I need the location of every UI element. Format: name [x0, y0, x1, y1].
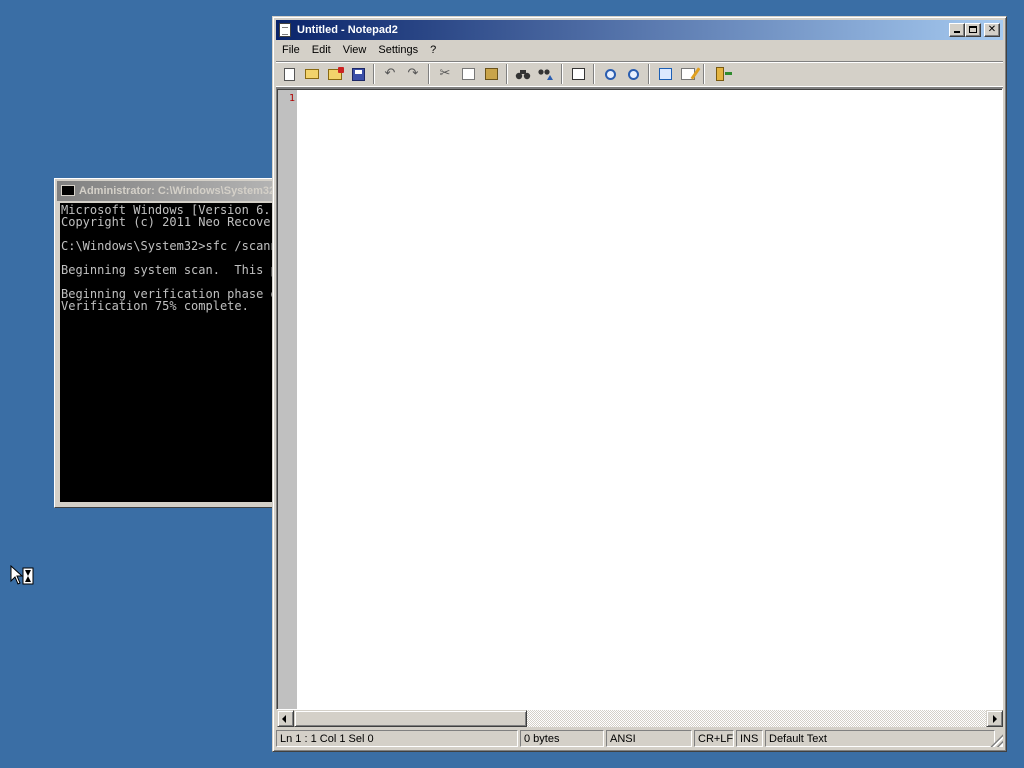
- scroll-left-button[interactable]: [277, 710, 294, 727]
- toolbar-separator: [373, 64, 375, 84]
- resize-grip[interactable]: [989, 733, 1003, 747]
- console-line: Verification 75% complete.: [61, 299, 249, 313]
- console-line: Beginning system scan. This process will…: [61, 263, 279, 277]
- menu-help[interactable]: ?: [424, 41, 442, 59]
- console-title: Administrator: C:\Windows\System32\cmd.e…: [79, 185, 279, 197]
- text-editor[interactable]: 1: [276, 88, 1003, 710]
- toolbar: ↶ ↷ ✂: [276, 61, 1003, 87]
- notepad-window[interactable]: Untitled - Notepad2 ✕ File Edit View Set…: [272, 16, 1007, 752]
- menu-settings[interactable]: Settings: [372, 41, 424, 59]
- console-icon: [61, 185, 75, 196]
- save-icon[interactable]: [348, 64, 368, 84]
- toolbar-separator: [561, 64, 563, 84]
- line-number-gutter: 1: [278, 90, 297, 709]
- zoom-out-icon[interactable]: [623, 64, 643, 84]
- exit-icon[interactable]: [710, 64, 732, 84]
- busy-cursor-icon: [10, 565, 34, 585]
- favorites-icon[interactable]: [325, 64, 345, 84]
- toolbar-separator: [648, 64, 650, 84]
- scheme-icon[interactable]: [655, 64, 675, 84]
- toolbar-separator: [593, 64, 595, 84]
- notepad-app-icon[interactable]: [279, 23, 291, 37]
- menu-file[interactable]: File: [276, 41, 306, 59]
- minimize-button[interactable]: [949, 23, 965, 37]
- find-icon[interactable]: [513, 64, 533, 84]
- console-line: C:\Windows\System32>sfc /scannow: [61, 239, 279, 253]
- replace-icon[interactable]: [536, 64, 556, 84]
- open-folder-icon[interactable]: [302, 64, 322, 84]
- zoom-in-icon[interactable]: [600, 64, 620, 84]
- copy-icon[interactable]: [458, 64, 478, 84]
- notepad-titlebar[interactable]: Untitled - Notepad2 ✕: [276, 20, 1003, 40]
- menu-bar: File Edit View Settings ?: [276, 41, 1003, 59]
- status-position: Ln 1 : 1 Col 1 Sel 0: [276, 730, 518, 747]
- status-line-endings[interactable]: CR+LF: [694, 730, 734, 747]
- status-insert-mode[interactable]: INS: [736, 730, 763, 747]
- customize-scheme-icon[interactable]: [678, 64, 698, 84]
- status-bar: Ln 1 : 1 Col 1 Sel 0 0 bytes ANSI CR+LF …: [276, 730, 1003, 749]
- line-number: 1: [288, 93, 295, 104]
- cut-icon[interactable]: ✂: [435, 64, 455, 84]
- redo-icon[interactable]: ↷: [403, 64, 423, 84]
- scroll-right-button[interactable]: [986, 710, 1003, 727]
- toolbar-separator: [506, 64, 508, 84]
- console-titlebar[interactable]: Administrator: C:\Windows\System32\cmd.e…: [57, 181, 279, 201]
- status-encoding[interactable]: ANSI: [606, 730, 692, 747]
- console-output[interactable]: Microsoft Windows [Version 6.1.7601]Copy…: [60, 203, 279, 502]
- maximize-button[interactable]: [965, 23, 981, 37]
- toolbar-separator: [428, 64, 430, 84]
- word-wrap-icon[interactable]: [568, 64, 588, 84]
- status-size: 0 bytes: [520, 730, 604, 747]
- console-window[interactable]: Administrator: C:\Windows\System32\cmd.e…: [54, 178, 280, 508]
- toolbar-separator: [703, 64, 705, 84]
- undo-icon[interactable]: ↶: [380, 64, 400, 84]
- close-button[interactable]: ✕: [984, 23, 1000, 37]
- menu-edit[interactable]: Edit: [306, 41, 337, 59]
- paste-icon[interactable]: [481, 64, 501, 84]
- console-line: Copyright (c) 2011 Neo Recovery. All rig…: [61, 215, 279, 229]
- scroll-thumb[interactable]: [294, 710, 527, 727]
- new-file-icon[interactable]: [279, 64, 299, 84]
- horizontal-scrollbar[interactable]: [277, 710, 1003, 727]
- status-scheme[interactable]: Default Text: [765, 730, 995, 747]
- window-title: Untitled - Notepad2: [297, 24, 398, 36]
- menu-view[interactable]: View: [337, 41, 373, 59]
